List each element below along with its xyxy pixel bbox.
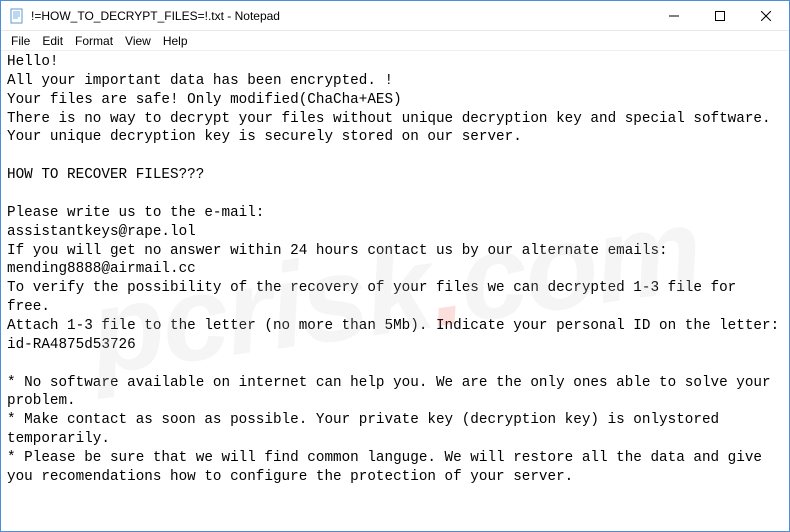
notepad-icon (9, 8, 25, 24)
text-line: HOW TO RECOVER FILES??? (7, 167, 204, 183)
notepad-window: !=HOW_TO_DECRYPT_FILES=!.txt - Notepad F… (0, 0, 790, 532)
menubar: File Edit Format View Help (1, 31, 789, 51)
menu-file[interactable]: File (5, 32, 36, 50)
titlebar[interactable]: !=HOW_TO_DECRYPT_FILES=!.txt - Notepad (1, 1, 789, 31)
maximize-button[interactable] (697, 1, 743, 30)
text-line: * Please be sure that we will find commo… (7, 450, 771, 485)
text-area[interactable]: pcrisk.comHello! All your important data… (1, 51, 789, 531)
text-line: Your files are safe! Only modified(ChaCh… (7, 92, 402, 108)
text-line: assistantkeys@rape.lol (7, 224, 196, 240)
close-button[interactable] (743, 1, 789, 30)
text-line: There is no way to decrypt your files wi… (7, 111, 779, 146)
menu-view[interactable]: View (119, 32, 157, 50)
text-line: * No software available on internet can … (7, 375, 779, 410)
text-line: Hello! (7, 54, 58, 70)
text-line: mending8888@airmail.cc (7, 261, 196, 277)
menu-format[interactable]: Format (69, 32, 119, 50)
window-title: !=HOW_TO_DECRYPT_FILES=!.txt - Notepad (31, 9, 651, 23)
text-line: Please write us to the e-mail: (7, 205, 264, 221)
text-line: If you will get no answer within 24 hour… (7, 243, 668, 259)
text-line: * Make contact as soon as possible. Your… (7, 412, 728, 447)
menu-help[interactable]: Help (157, 32, 194, 50)
text-line: All your important data has been encrypt… (7, 73, 393, 89)
menu-edit[interactable]: Edit (36, 32, 69, 50)
text-line: To verify the possibility of the recover… (7, 280, 745, 315)
minimize-button[interactable] (651, 1, 697, 30)
text-line: id-RA4875d53726 (7, 337, 136, 353)
window-controls (651, 1, 789, 30)
text-line: Attach 1-3 file to the letter (no more t… (7, 318, 779, 334)
